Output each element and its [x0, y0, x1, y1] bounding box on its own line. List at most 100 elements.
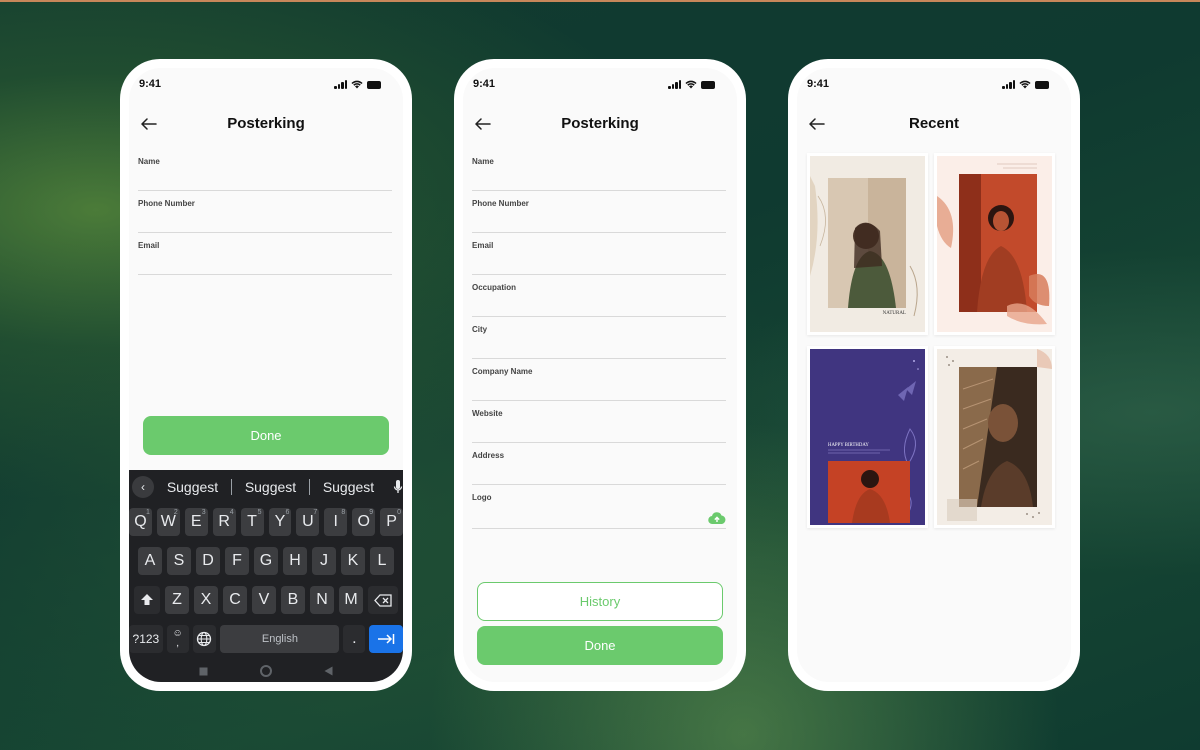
battery-icon: [701, 80, 715, 89]
cellular-signal-icon: [1002, 80, 1015, 89]
field-label: Company Name: [472, 367, 533, 376]
status-time: 9:41: [807, 78, 830, 90]
globe-icon: [197, 631, 212, 647]
name-field[interactable]: Name: [138, 149, 392, 191]
field-label: Name: [472, 157, 494, 166]
space-bar[interactable]: English: [220, 625, 340, 653]
tab-enter-icon: [378, 634, 395, 644]
key-n[interactable]: N: [310, 586, 334, 614]
history-button[interactable]: History: [477, 582, 723, 621]
key-g[interactable]: G: [254, 547, 278, 575]
battery-icon: [1035, 80, 1049, 89]
field-label: Occupation: [472, 283, 517, 292]
key-p[interactable]: P0: [380, 508, 403, 536]
poster-text: HAPPY BIRTHDAY: [828, 443, 869, 448]
key-a[interactable]: A: [138, 547, 162, 575]
city-field[interactable]: City: [472, 317, 726, 359]
status-time: 9:41: [139, 78, 162, 90]
key-e[interactable]: E3: [184, 508, 208, 536]
keyboard: ‹ Suggest Suggest Suggest Q1 W2 E3 R4 T5…: [129, 470, 403, 682]
suggestion-item[interactable]: Suggest: [154, 479, 231, 495]
backspace-key[interactable]: [368, 586, 398, 614]
logo-field[interactable]: Logo: [472, 485, 726, 529]
field-label: Phone Number: [138, 199, 195, 208]
poster-image: HAPPY BIRTHDAY: [810, 349, 925, 525]
system-nav-bar: [129, 660, 403, 682]
phone-number-field[interactable]: Phone Number: [472, 191, 726, 233]
key-k[interactable]: K: [341, 547, 365, 575]
field-label: Name: [138, 157, 160, 166]
key-l[interactable]: L: [370, 547, 394, 575]
phone-number-field[interactable]: Phone Number: [138, 191, 392, 233]
key-q[interactable]: Q1: [129, 508, 152, 536]
field-label: Email: [472, 241, 494, 250]
shift-key[interactable]: [134, 586, 160, 614]
poster-image: [937, 156, 1052, 332]
globe-key[interactable]: [192, 625, 217, 653]
back-nav-icon[interactable]: [324, 666, 333, 676]
top-accent-line: [0, 0, 1200, 2]
birthday-poster[interactable]: HAPPY BIRTHDAY: [807, 346, 928, 528]
cloud-upload-icon[interactable]: [708, 511, 726, 525]
status-bar: 9:41: [463, 78, 737, 94]
wifi-icon: [1019, 80, 1031, 89]
address-field[interactable]: Address: [472, 443, 726, 485]
symbols-key[interactable]: ?123: [129, 625, 163, 653]
field-label: City: [472, 325, 488, 334]
page-title: Posterking: [561, 115, 639, 132]
phone-form-keyboard: 9:41 Posterking Name Phone Number Email …: [120, 59, 412, 691]
key-o[interactable]: O9: [352, 508, 376, 536]
key-r[interactable]: R4: [212, 508, 236, 536]
field-label: Email: [138, 241, 160, 250]
key-z[interactable]: Z: [165, 586, 189, 614]
name-field[interactable]: Name: [472, 149, 726, 191]
key-u[interactable]: U7: [296, 508, 320, 536]
microphone-icon[interactable]: [393, 479, 403, 495]
backspace-icon: [374, 593, 392, 607]
field-label: Phone Number: [472, 199, 529, 208]
website-field[interactable]: Website: [472, 401, 726, 443]
suggestion-item[interactable]: Suggest: [232, 479, 309, 495]
comma-emoji-key[interactable]: ☺,: [166, 625, 189, 653]
portrait-poster[interactable]: [934, 153, 1055, 335]
home-icon[interactable]: [260, 665, 272, 677]
email-field[interactable]: Email: [138, 233, 392, 275]
key-h[interactable]: H: [283, 547, 307, 575]
field-label: Logo: [472, 493, 492, 502]
key-i[interactable]: I8: [324, 508, 348, 536]
company-name-field[interactable]: Company Name: [472, 359, 726, 401]
key-m[interactable]: M: [339, 586, 363, 614]
suggestion-bar: ‹ Suggest Suggest Suggest: [129, 470, 403, 504]
occupation-field[interactable]: Occupation: [472, 275, 726, 317]
field-label: Address: [472, 451, 505, 460]
key-v[interactable]: V: [252, 586, 276, 614]
key-y[interactable]: Y6: [268, 508, 292, 536]
period-key[interactable]: .: [343, 625, 366, 653]
done-button[interactable]: Done: [477, 626, 723, 665]
key-d[interactable]: D: [196, 547, 220, 575]
page-title: Posterking: [227, 115, 305, 132]
key-b[interactable]: B: [281, 586, 305, 614]
key-c[interactable]: C: [223, 586, 247, 614]
screen: 9:41 Posterking Name Phone Number Email …: [463, 68, 737, 682]
wifi-icon: [685, 80, 697, 89]
enter-key[interactable]: [369, 625, 403, 653]
screen: 9:41 Recent NATURAL HAPPY BIRTHDAY: [797, 68, 1071, 682]
suggestion-item[interactable]: Suggest: [310, 479, 387, 495]
key-t[interactable]: T5: [240, 508, 264, 536]
wifi-icon: [351, 80, 363, 89]
key-s[interactable]: S: [167, 547, 191, 575]
key-x[interactable]: X: [194, 586, 218, 614]
collapse-chevron-icon[interactable]: ‹: [132, 476, 154, 498]
status-time: 9:41: [473, 78, 496, 90]
battery-icon: [367, 80, 381, 89]
key-w[interactable]: W2: [156, 508, 180, 536]
shadow-poster[interactable]: [934, 346, 1055, 528]
phone-full-form: 9:41 Posterking Name Phone Number Email …: [454, 59, 746, 691]
key-j[interactable]: J: [312, 547, 336, 575]
recents-icon[interactable]: [199, 667, 208, 676]
natural-poster[interactable]: NATURAL: [807, 153, 928, 335]
email-field[interactable]: Email: [472, 233, 726, 275]
key-f[interactable]: F: [225, 547, 249, 575]
done-button[interactable]: Done: [143, 416, 389, 455]
